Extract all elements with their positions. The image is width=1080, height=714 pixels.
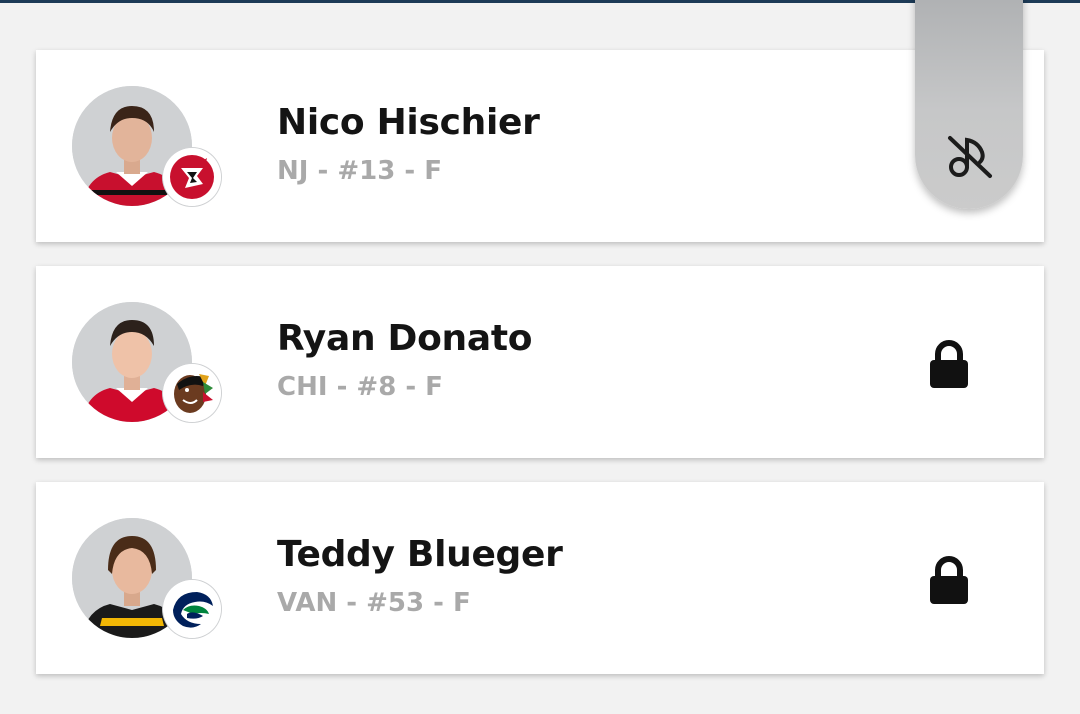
player-meta: NJ - #13 - F — [277, 156, 442, 186]
lock-icon — [930, 340, 968, 388]
player-card-nico-hischier[interactable]: Nico Hischier NJ - #13 - F — [36, 50, 1044, 242]
player-avatar-group — [72, 518, 222, 643]
player-meta: VAN - #53 - F — [277, 588, 471, 618]
blackhawks-logo-icon — [163, 364, 221, 422]
player-meta: CHI - #8 - F — [277, 372, 443, 402]
player-name: Ryan Donato — [277, 318, 533, 359]
floating-media-toggle[interactable] — [915, 0, 1023, 209]
devils-logo-icon — [163, 148, 221, 206]
canucks-logo-icon — [163, 580, 221, 638]
lock-icon — [930, 556, 968, 604]
player-avatar-group — [72, 86, 222, 211]
no-music-icon — [948, 136, 992, 178]
player-name: Nico Hischier — [277, 102, 540, 143]
player-card-ryan-donato[interactable]: Ryan Donato CHI - #8 - F — [36, 266, 1044, 458]
player-card-teddy-blueger[interactable]: Teddy Blueger VAN - #53 - F — [36, 482, 1044, 674]
player-avatar-group — [72, 302, 222, 427]
player-name: Teddy Blueger — [277, 534, 563, 575]
